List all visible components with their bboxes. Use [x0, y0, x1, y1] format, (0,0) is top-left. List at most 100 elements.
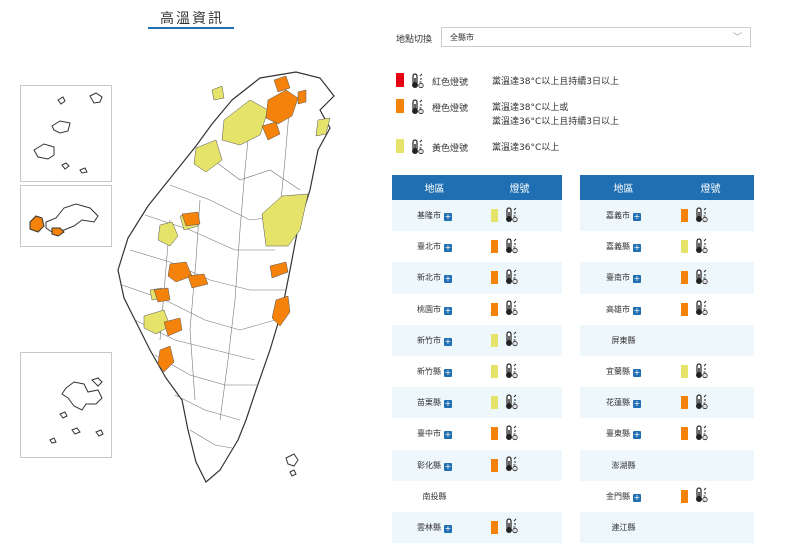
region-name: 基隆市: [417, 211, 441, 221]
svg-text:!: !: [704, 280, 705, 284]
expand-plus-icon[interactable]: +: [633, 244, 641, 253]
svg-text:!: !: [704, 436, 705, 440]
signal-swatch-orange: [681, 302, 688, 316]
svg-text:!: !: [514, 467, 515, 471]
expand-plus-icon[interactable]: +: [444, 400, 452, 409]
table-row: 南投縣: [392, 481, 562, 512]
expand-plus-icon[interactable]: +: [633, 306, 641, 315]
thermometer-icon: !: [696, 206, 708, 222]
legend-name: 黃色燈號: [432, 144, 469, 154]
expand-plus-icon[interactable]: +: [444, 244, 452, 253]
signal-swatch-orange: [681, 427, 688, 441]
thermometer-icon: !: [412, 99, 424, 115]
region-name: 金門縣: [606, 491, 630, 501]
svg-text:!: !: [704, 217, 705, 221]
svg-text:!: !: [704, 498, 705, 502]
svg-text:!: !: [704, 249, 705, 253]
legend-description: 黨溫達38°C以上且持續3日以上: [492, 77, 619, 87]
table-row: 臺南市 +!: [580, 262, 754, 294]
table-row: 桃園市 +!: [392, 294, 562, 325]
kinmen-islands[interactable]: [29, 203, 99, 237]
signal-swatch-orange: [491, 240, 498, 254]
expand-plus-icon[interactable]: +: [444, 524, 452, 533]
region-name: 苗栗縣: [417, 398, 441, 408]
location-selected: 全縣市: [450, 33, 474, 42]
region-table-left: 地區 燈號 基隆市 +! 臺北市 +! 新北市 +! 桃園市 +! 新竹市 +! 新竹縣 +! 苗栗縣 +! 臺…: [392, 175, 562, 544]
expand-plus-icon[interactable]: +: [633, 213, 641, 222]
expand-plus-icon[interactable]: +: [444, 275, 452, 284]
legend-swatch-orange: [396, 99, 404, 113]
chevron-down-icon: ﹀: [732, 33, 742, 43]
matsu-islands[interactable]: [33, 92, 103, 174]
expand-plus-icon[interactable]: +: [633, 431, 641, 440]
location-label: 地點切換: [396, 35, 433, 45]
region-name: 高雄市: [606, 304, 630, 314]
table-row: 臺北市 +!: [392, 231, 562, 262]
expand-plus-icon[interactable]: +: [633, 369, 641, 378]
table-row: 雲林縣 +!: [392, 511, 562, 544]
table-row: 臺東縣 +!: [580, 418, 754, 449]
table-row: 新北市 +!: [392, 262, 562, 294]
thermometer-icon: !: [696, 300, 708, 316]
thermometer-icon: !: [696, 394, 708, 409]
thermometer-icon: !: [506, 331, 518, 347]
penghu-islands[interactable]: [49, 377, 104, 444]
signal-swatch-yellow: [491, 333, 498, 347]
signal-swatch-yellow: [491, 209, 498, 223]
thermometer-icon: !: [412, 73, 424, 89]
expand-plus-icon[interactable]: +: [444, 213, 452, 222]
table-row: 新竹市 +!: [392, 324, 562, 356]
expand-plus-icon[interactable]: +: [633, 275, 641, 284]
expand-plus-icon[interactable]: +: [633, 493, 641, 502]
signal-swatch-orange: [681, 396, 688, 410]
region-name: 桃園市: [417, 304, 441, 314]
region-name: 新竹縣: [417, 367, 441, 377]
legend-description: 黨溫達36°C以上: [492, 143, 560, 153]
thermometer-icon: !: [506, 518, 518, 534]
table-row: 高雄市 +!: [580, 294, 754, 325]
svg-text:!: !: [514, 280, 515, 284]
expand-plus-icon[interactable]: +: [444, 369, 452, 378]
legend-description: 黨溫達38°C以上或 黨溫達36°C以上且持續3日以上: [492, 103, 619, 127]
header-region: 地區: [392, 175, 477, 200]
table-row: 嘉義縣 +!: [580, 231, 754, 262]
region-table-right: 地區 燈號 嘉義市 +! 嘉義縣 +! 臺南市 +! 高雄市 +! 屏東縣 宜蘭縣 +! 花蓮縣 +! 臺東縣…: [580, 175, 754, 544]
svg-text:!: !: [420, 110, 421, 114]
thermometer-icon: !: [506, 269, 518, 285]
expand-plus-icon[interactable]: +: [633, 400, 641, 409]
region-name: 彰化縣: [417, 460, 441, 470]
region-name: 臺東縣: [606, 429, 630, 439]
table-row: 金門縣 +!: [580, 481, 754, 512]
region-name: 臺中市: [417, 429, 441, 439]
expand-plus-icon[interactable]: +: [444, 462, 452, 471]
svg-text:!: !: [704, 405, 705, 409]
region-name: 花蓮縣: [606, 398, 630, 408]
location-select[interactable]: 全縣市 ﹀: [441, 27, 751, 47]
region-name: 新竹市: [417, 335, 441, 345]
region-name: 宜蘭縣: [606, 367, 630, 377]
expand-plus-icon[interactable]: +: [444, 306, 452, 315]
outer-islets: [285, 453, 299, 477]
signal-swatch-orange: [681, 271, 688, 285]
table-row: 屏東縣: [580, 324, 754, 356]
svg-text:!: !: [420, 150, 421, 154]
svg-text:!: !: [704, 311, 705, 315]
signal-swatch-orange: [491, 520, 498, 534]
signal-swatch-orange: [491, 458, 498, 472]
signal-swatch-orange: [681, 209, 688, 223]
table-row: 宜蘭縣 +!: [580, 356, 754, 387]
legend-name: 橙色燈號: [432, 104, 469, 114]
thermometer-icon: !: [506, 394, 518, 409]
thermometer-icon: !: [506, 425, 518, 441]
region-name: 南投縣: [422, 491, 447, 501]
thermometer-icon: !: [506, 300, 518, 316]
table-row: 嘉義市 +!: [580, 200, 754, 232]
svg-text:!: !: [514, 373, 515, 377]
svg-text:!: !: [514, 342, 515, 346]
expand-plus-icon[interactable]: +: [444, 431, 452, 440]
expand-plus-icon[interactable]: +: [444, 337, 452, 346]
signal-swatch-orange: [491, 271, 498, 285]
thermometer-icon: !: [506, 456, 518, 472]
taiwan-map[interactable]: [0, 0, 380, 552]
thermometer-icon: !: [696, 269, 708, 285]
